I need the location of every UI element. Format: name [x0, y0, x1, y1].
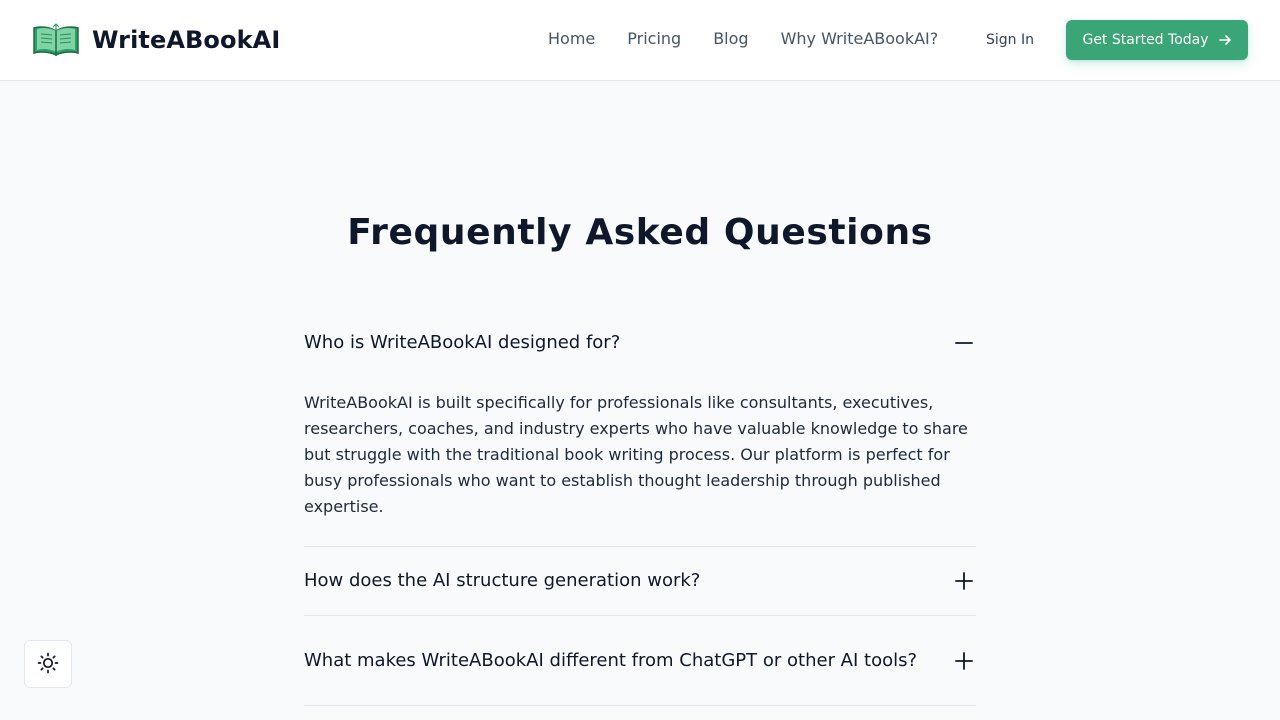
minus-icon: [954, 333, 974, 353]
brand-name: WriteABookAI: [92, 26, 281, 54]
nav-link-home[interactable]: Home: [548, 28, 595, 50]
faq-item: How does the AI structure generation wor…: [304, 547, 976, 616]
faq-question-toggle[interactable]: What makes WriteABookAI different from C…: [304, 616, 976, 705]
theme-toggle-button[interactable]: [24, 640, 72, 688]
sun-icon: [37, 652, 59, 677]
faq-list: Who is WriteABookAI designed for? WriteA…: [304, 304, 976, 706]
sign-in-link[interactable]: Sign In: [986, 30, 1034, 50]
faq-question-toggle[interactable]: How does the AI structure generation wor…: [304, 547, 976, 615]
nav-link-why[interactable]: Why WriteABookAI?: [781, 28, 939, 50]
faq-question-toggle[interactable]: Who is WriteABookAI designed for?: [304, 304, 976, 382]
arrow-right-icon: [1218, 33, 1232, 47]
faq-answer: WriteABookAI is built specifically for p…: [304, 393, 968, 516]
faq-item: Who is WriteABookAI designed for? WriteA…: [304, 304, 976, 547]
plus-icon: [954, 651, 974, 671]
nav-link-pricing[interactable]: Pricing: [627, 28, 681, 50]
faq-question: Who is WriteABookAI designed for?: [304, 332, 621, 353]
open-book-icon: [32, 23, 80, 57]
nav-link-blog[interactable]: Blog: [713, 28, 748, 50]
faq-title: Frequently Asked Questions: [347, 212, 933, 253]
get-started-button[interactable]: Get Started Today: [1066, 20, 1248, 60]
brand-link[interactable]: WriteABookAI: [32, 20, 280, 60]
faq-item: What makes WriteABookAI different from C…: [304, 616, 976, 706]
site-header: WriteABookAI Home Pricing Blog Why Write…: [0, 0, 1280, 81]
get-started-label: Get Started Today: [1082, 32, 1209, 48]
plus-icon: [954, 571, 974, 591]
faq-question: What makes WriteABookAI different from C…: [304, 649, 918, 671]
faq-question: How does the AI structure generation wor…: [304, 570, 701, 591]
main-nav: Home Pricing Blog Why WriteABookAI?: [548, 28, 938, 50]
